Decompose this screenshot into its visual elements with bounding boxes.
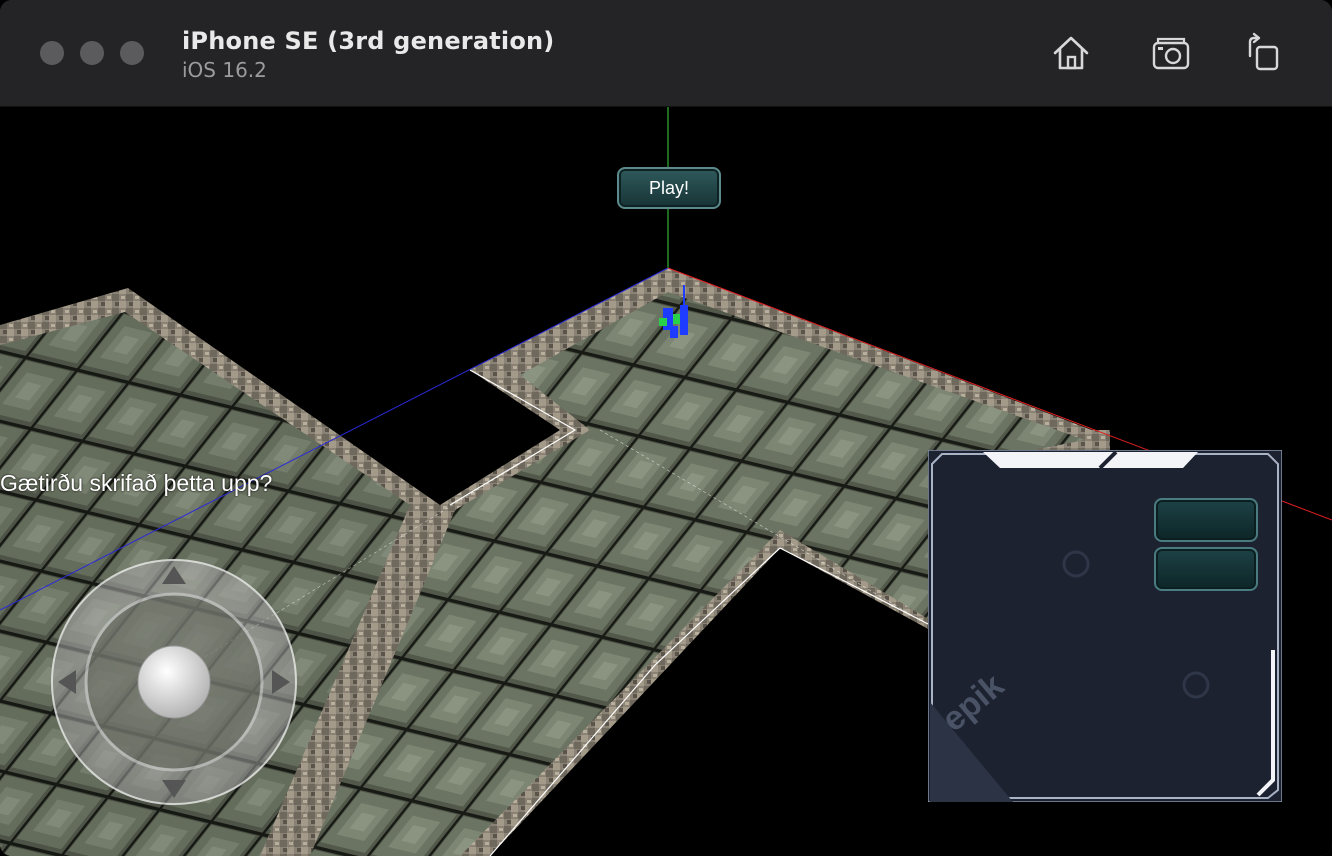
home-button[interactable] xyxy=(1048,30,1094,76)
screenshot-button[interactable] xyxy=(1148,30,1194,76)
rotate-icon xyxy=(1248,32,1279,71)
panel-button-2[interactable] xyxy=(1154,547,1258,591)
game-viewport[interactable]: Play! Gætirðu skrifað þetta upp? epik xyxy=(0,107,1332,856)
camera-icon xyxy=(1152,37,1190,70)
joystick-knob[interactable] xyxy=(137,645,211,719)
panel-button-1[interactable] xyxy=(1154,498,1258,542)
subtitle-text: Gætirðu skrifað þetta upp? xyxy=(0,470,273,496)
rotate-button[interactable] xyxy=(1240,30,1286,76)
simulator-window: iPhone SE (3rd generation) iOS 16.2 Play… xyxy=(0,0,1332,856)
device-title: iPhone SE (3rd generation) xyxy=(182,27,555,55)
virtual-joystick[interactable] xyxy=(48,558,300,806)
os-version: iOS 16.2 xyxy=(182,58,267,82)
home-icon xyxy=(1053,36,1089,70)
play-button[interactable]: Play! xyxy=(617,167,721,209)
zoom-window-button[interactable] xyxy=(120,41,144,65)
close-window-button[interactable] xyxy=(40,41,64,65)
title-bar: iPhone SE (3rd generation) iOS 16.2 xyxy=(0,0,1332,107)
minimize-window-button[interactable] xyxy=(80,41,104,65)
